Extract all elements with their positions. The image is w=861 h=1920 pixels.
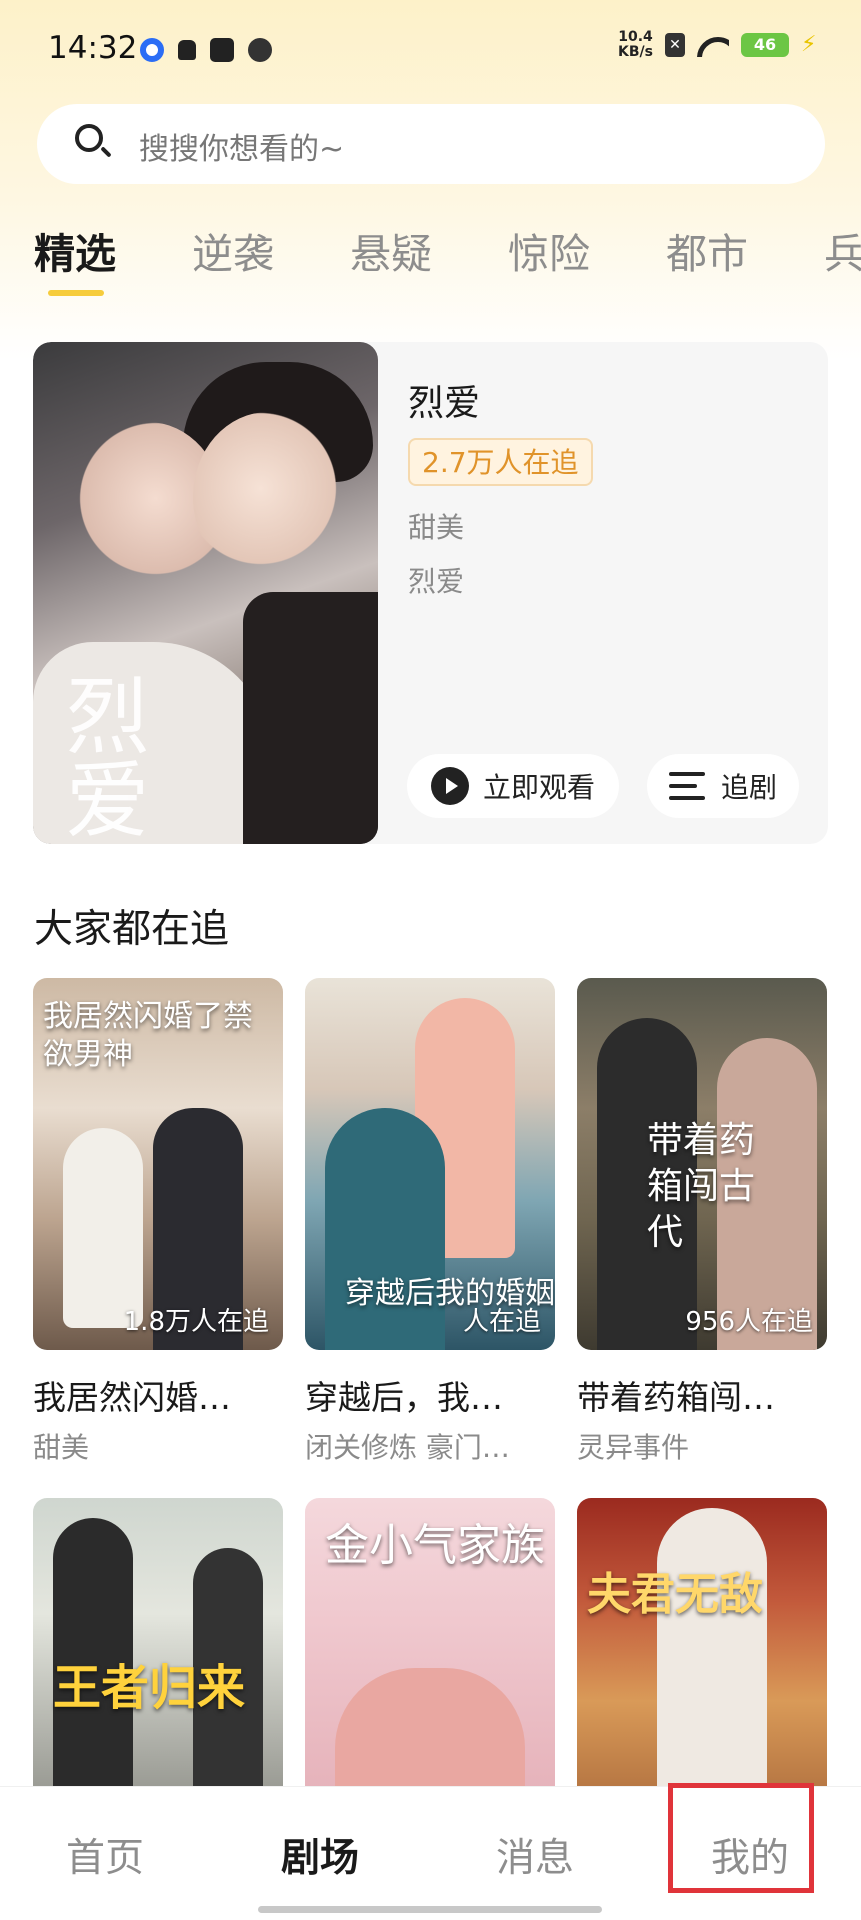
drama-genre: 闭关修炼 豪门… xyxy=(305,1431,510,1464)
drama-genre: 灵异事件 xyxy=(577,1431,690,1464)
sim-off-icon: ✕ xyxy=(665,33,685,57)
tab-jingxian[interactable]: 惊险 xyxy=(508,220,590,280)
notification-icons xyxy=(140,38,272,62)
search-icon xyxy=(75,124,111,160)
bell-icon xyxy=(178,40,196,60)
tab-bing[interactable]: 兵 xyxy=(824,220,861,280)
drama-title: 我居然闪婚… xyxy=(33,1378,231,1417)
wifi-icon xyxy=(697,33,729,57)
drama-poster[interactable]: 我居然闪婚了禁欲男神 1.8万人在追 xyxy=(33,978,283,1350)
featured-title: 烈爱 xyxy=(408,383,481,424)
network-speed-value: 10.4 xyxy=(618,29,653,45)
category-tabs: 精选 逆袭 悬疑 惊险 都市 兵 xyxy=(34,220,861,290)
network-speed-unit: KB/s xyxy=(618,44,653,60)
check-icon xyxy=(248,38,272,62)
drama-poster[interactable]: 金小气家族 xyxy=(305,1498,555,1788)
nav-theater[interactable]: 剧场 xyxy=(281,1827,359,1883)
drama-genre: 甜美 xyxy=(33,1431,90,1464)
app-notification-icon xyxy=(140,38,164,62)
highlight-box-mine xyxy=(668,1783,814,1893)
section-title-popular: 大家都在追 xyxy=(34,907,230,952)
nav-home[interactable]: 首页 xyxy=(66,1827,144,1883)
active-tab-indicator xyxy=(48,290,104,296)
drama-poster[interactable]: 带着药箱闯古代 956人在追 xyxy=(577,978,827,1350)
followers-count: 956人在追 xyxy=(685,1307,813,1337)
battery-icon: 46 xyxy=(741,33,789,57)
tab-jingxuan[interactable]: 精选 xyxy=(34,220,116,280)
system-status-icons: 10.4 KB/s ✕ 46 ⚡ xyxy=(618,30,821,60)
poster-figure-bride xyxy=(63,1128,143,1328)
search-bar[interactable]: 搜搜你想看的~ xyxy=(37,104,825,184)
poster-title-text: 金小气家族 xyxy=(325,1520,545,1571)
status-time: 14:32 xyxy=(48,30,138,66)
network-speed: 10.4 KB/s xyxy=(618,30,653,60)
followers-badge: 2.7万人在追 xyxy=(408,438,593,486)
poster-title-text: 我居然闪婚了禁欲男神 xyxy=(43,999,253,1072)
tab-xuanyi[interactable]: 悬疑 xyxy=(350,220,432,280)
drama-poster[interactable]: 穿越后我的婚姻 人在追 xyxy=(305,978,555,1350)
poster-face-right xyxy=(193,412,343,582)
drama-poster[interactable]: 夫君无敌 xyxy=(577,1498,827,1788)
follow-drama-button[interactable]: 追剧 xyxy=(647,754,799,818)
home-indicator[interactable] xyxy=(258,1906,602,1913)
poster-figure-man xyxy=(657,1508,767,1788)
message-icon xyxy=(210,38,234,62)
poster-title-text: 带着药箱闯古代 xyxy=(647,1120,756,1253)
poster-title-text: 夫君无敌 xyxy=(587,1569,763,1620)
charging-icon: ⚡ xyxy=(801,32,817,57)
drama-title: 穿越后，我… xyxy=(305,1378,503,1417)
followers-count: 人在追 xyxy=(462,1307,541,1337)
follow-drama-label: 追剧 xyxy=(720,771,777,804)
search-input[interactable]: 搜搜你想看的~ xyxy=(139,124,344,168)
nav-messages[interactable]: 消息 xyxy=(496,1827,574,1883)
featured-drama-card[interactable]: 烈爱 烈爱 2.7万人在追 甜美 烈爱 立即观看 追剧 xyxy=(33,342,828,844)
poster-figures xyxy=(335,1668,525,1788)
poster-coat xyxy=(243,592,378,844)
play-icon xyxy=(430,767,469,805)
featured-tag: 烈爱 xyxy=(408,565,465,598)
poster-title-text: 王者归来 xyxy=(53,1660,246,1716)
list-icon xyxy=(668,772,705,800)
status-bar: 14:32 10.4 KB/s ✕ 46 ⚡ xyxy=(0,0,861,100)
watch-now-button[interactable]: 立即观看 xyxy=(407,754,619,818)
followers-count: 1.8万人在追 xyxy=(123,1307,269,1337)
tab-nixi[interactable]: 逆袭 xyxy=(192,220,274,280)
poster-figure-man xyxy=(325,1108,445,1350)
drama-poster[interactable]: 王者归来 xyxy=(33,1498,283,1788)
tab-dushi[interactable]: 都市 xyxy=(666,220,748,280)
drama-title: 带着药箱闯… xyxy=(577,1378,775,1417)
featured-genre: 甜美 xyxy=(408,511,465,544)
watch-now-label: 立即观看 xyxy=(482,771,595,804)
featured-poster[interactable]: 烈爱 xyxy=(33,342,378,844)
poster-calligraphy: 烈爱 xyxy=(52,672,150,840)
